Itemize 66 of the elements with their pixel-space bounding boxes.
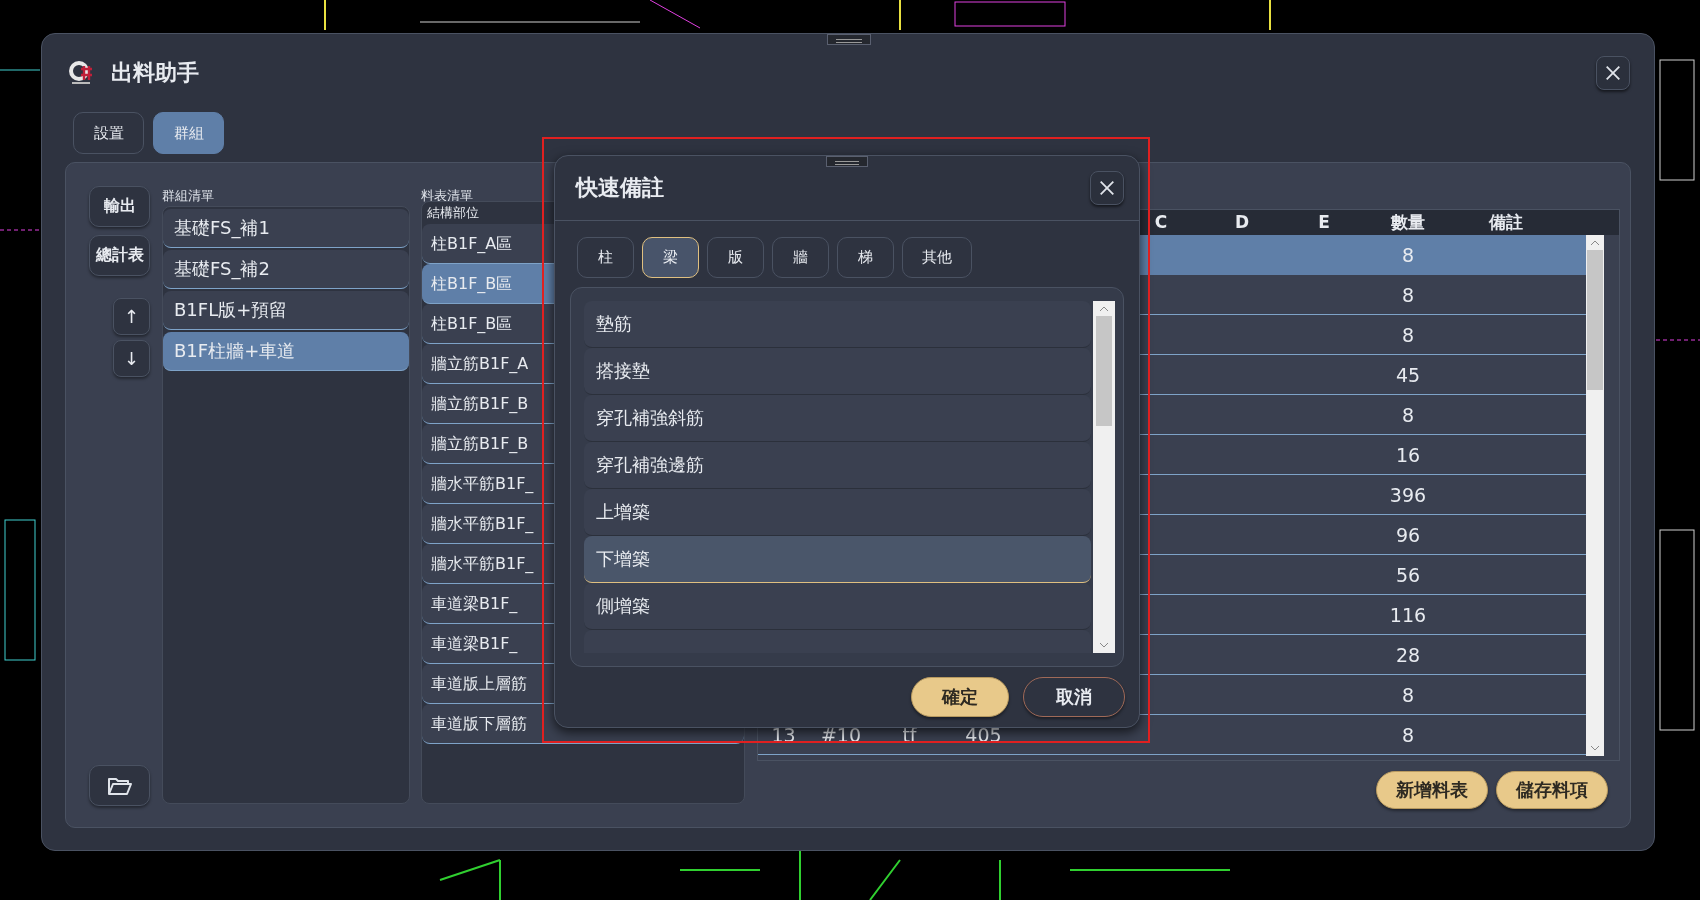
note-item[interactable]: 下增築: [584, 536, 1092, 583]
category-tab[interactable]: 柱: [577, 237, 634, 278]
note-item[interactable]: 上增築: [584, 489, 1092, 536]
chevron-down-icon[interactable]: [1099, 642, 1110, 648]
table-cell-text: 8: [1400, 323, 1416, 346]
tab[interactable]: 設置: [73, 112, 144, 154]
section-label: 群組清單: [162, 187, 214, 205]
table-cell-text: 396: [1388, 483, 1428, 506]
table-cell-text: 116: [1388, 603, 1428, 626]
scrollbar[interactable]: [1093, 301, 1115, 653]
scrollbar-thumb[interactable]: [1096, 316, 1113, 426]
table-cell-text: 8: [1400, 683, 1416, 706]
column-header: E: [1317, 211, 1331, 234]
side-button[interactable]: 總計表: [89, 235, 150, 276]
column-header: 結構部位: [426, 204, 479, 222]
confirm-button[interactable]: 確定: [911, 677, 1009, 717]
note-item[interactable]: 墊筋: [584, 301, 1092, 348]
table-cell-text: 28: [1394, 643, 1422, 666]
column-header: 備註: [1488, 211, 1524, 234]
dialog-title: 快速備註: [576, 174, 664, 202]
window-title: 出料助手: [111, 59, 199, 87]
note-item[interactable]: 側增築: [584, 583, 1092, 630]
footer-button[interactable]: 儲存料項: [1496, 771, 1608, 809]
group-item[interactable]: 基礎FS_補1: [163, 209, 409, 248]
category-tab[interactable]: 梁: [642, 237, 699, 278]
category-tab[interactable]: 牆: [772, 237, 829, 278]
app-logo-icon: [68, 60, 94, 86]
close-icon: [1098, 179, 1116, 197]
table-cell-text: 96: [1394, 523, 1422, 546]
open-folder-button[interactable]: [89, 765, 150, 806]
tab[interactable]: 群組: [153, 112, 224, 154]
column-header: 數量: [1390, 211, 1426, 234]
group-item[interactable]: 基礎FS_補2: [163, 250, 409, 289]
group-item[interactable]: B1F柱牆+車道: [163, 332, 409, 371]
chevron-down-icon[interactable]: [1590, 745, 1600, 751]
table-cell-text: 8: [1400, 723, 1416, 746]
arrow-button[interactable]: ↑: [113, 298, 150, 335]
category-tab[interactable]: 其他: [902, 237, 972, 278]
category-tab[interactable]: 梯: [837, 237, 894, 278]
chevron-up-icon[interactable]: [1099, 306, 1110, 312]
note-item[interactable]: 穿孔補強斜筋: [584, 395, 1092, 442]
table-cell-text: 8: [1400, 243, 1416, 266]
group-item[interactable]: B1FL版+預留: [163, 291, 409, 330]
cancel-button[interactable]: 取消: [1023, 677, 1125, 717]
drag-handle[interactable]: [827, 34, 871, 45]
column-header: D: [1233, 211, 1251, 234]
close-button[interactable]: [1596, 56, 1630, 90]
drag-handle[interactable]: [826, 156, 868, 167]
table-cell-text: 56: [1394, 563, 1422, 586]
section-label: 料表清單: [421, 187, 473, 205]
close-button[interactable]: [1090, 171, 1124, 205]
category-tab[interactable]: 版: [707, 237, 764, 278]
scrollbar[interactable]: [1586, 235, 1604, 756]
table-cell-text: 8: [1400, 283, 1416, 306]
side-button[interactable]: 輸出: [89, 186, 150, 227]
column-header: C: [1153, 211, 1169, 234]
chevron-up-icon[interactable]: [1590, 240, 1600, 246]
arrow-button[interactable]: ↓: [113, 340, 150, 377]
table-cell-text: 16: [1394, 443, 1422, 466]
table-cell-text: 8: [1400, 403, 1416, 426]
note-item[interactable]: 搭接墊: [584, 348, 1092, 395]
footer-button[interactable]: 新增料表: [1376, 771, 1488, 809]
table-cell-text: 45: [1394, 363, 1422, 386]
close-icon: [1604, 64, 1622, 82]
note-item[interactable]: 穿孔補強邊筋: [584, 442, 1092, 489]
scrollbar-thumb[interactable]: [1587, 250, 1603, 390]
